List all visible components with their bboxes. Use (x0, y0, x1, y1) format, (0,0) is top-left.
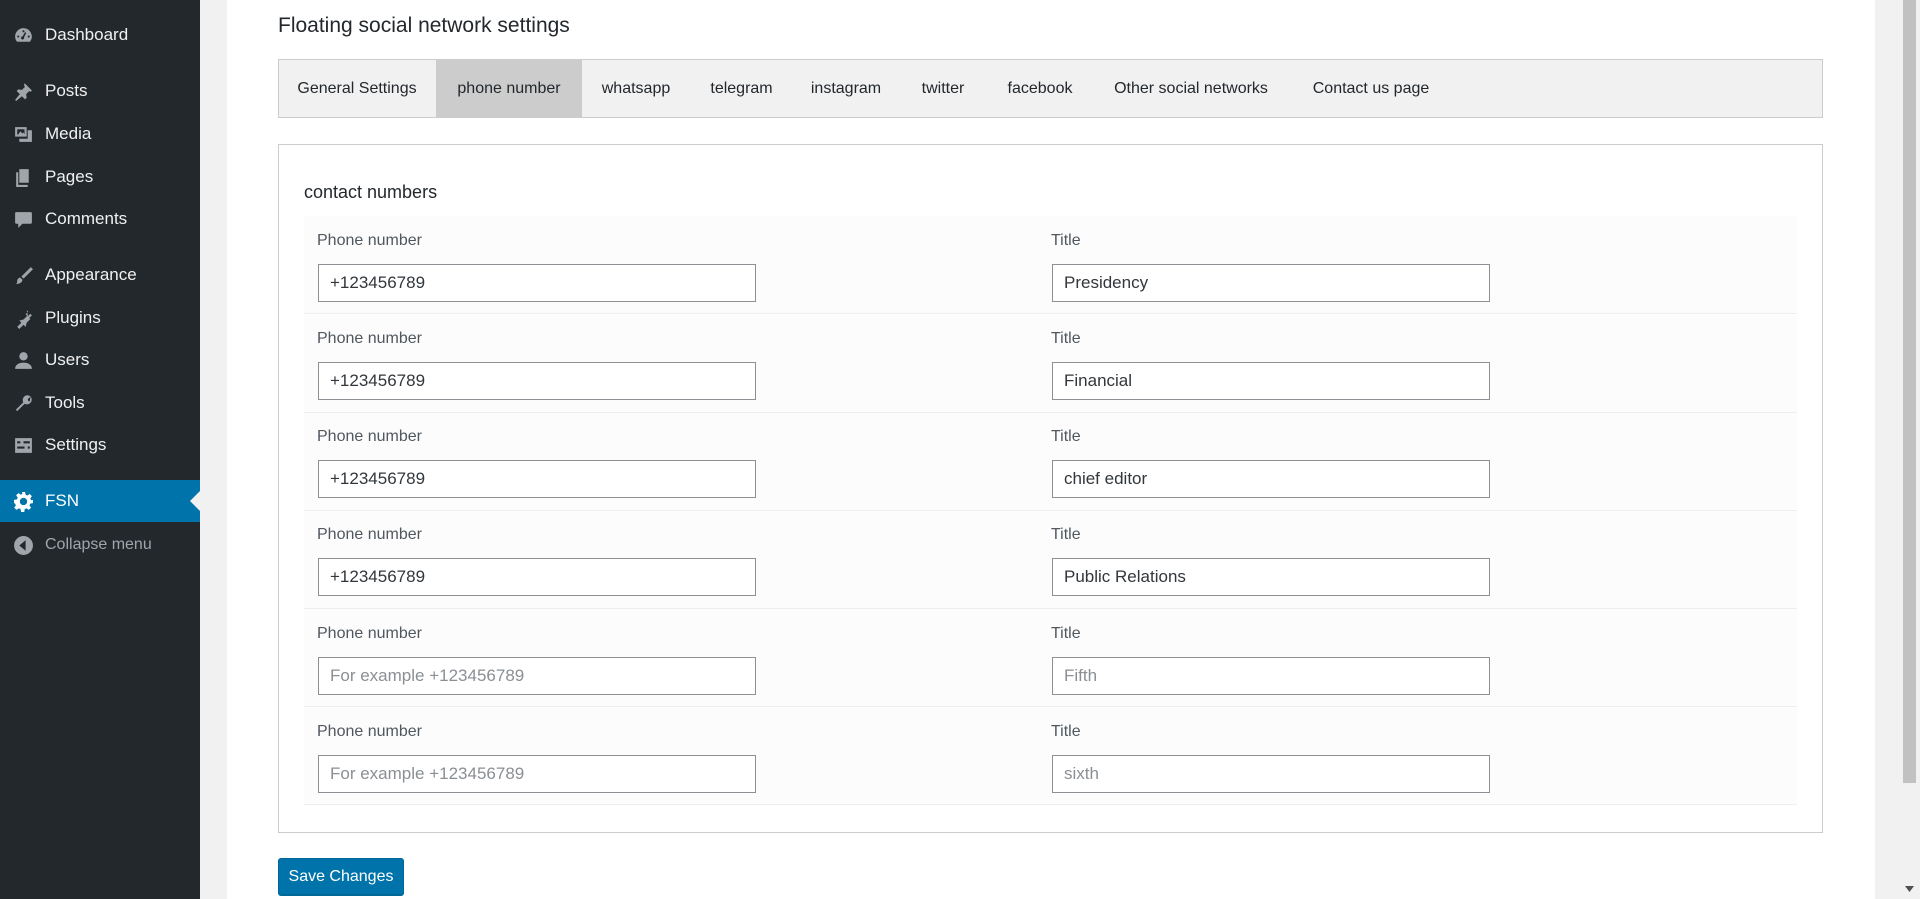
phone-number-label: Phone number (317, 330, 422, 347)
phone-number-label: Phone number (317, 428, 422, 445)
sidebar-item-media[interactable]: Media (0, 114, 200, 154)
title-input[interactable] (1052, 657, 1490, 695)
sidebar-item-dashboard[interactable]: Dashboard (0, 15, 200, 55)
title-label: Title (1051, 330, 1081, 347)
sidebar-item-pages[interactable]: Pages (0, 157, 200, 197)
sidebar-item-label: FSN (45, 491, 79, 510)
tab-facebook[interactable]: facebook (987, 60, 1093, 117)
title-input[interactable] (1052, 460, 1490, 498)
sidebar-item-users[interactable]: Users (0, 340, 200, 380)
settings-icon (12, 434, 34, 456)
save-changes-button[interactable]: Save Changes (278, 858, 404, 895)
title-input[interactable] (1052, 264, 1490, 302)
sidebar-item-label: Tools (45, 393, 85, 412)
title-label: Title (1051, 723, 1081, 740)
tab-other-social-networks[interactable]: Other social networks (1093, 60, 1289, 117)
sidebar-item-fsn[interactable]: FSN (0, 480, 200, 522)
sidebar-item-plugins[interactable]: Plugins (0, 298, 200, 338)
sidebar-item-posts[interactable]: Posts (0, 71, 200, 111)
pin-icon (12, 80, 34, 102)
page-title: Floating social network settings (278, 14, 570, 37)
tab-whatsapp[interactable]: whatsapp (582, 60, 690, 117)
comment-icon (12, 208, 34, 230)
tab-phone-number[interactable]: phone number (436, 60, 582, 117)
phone-number-input[interactable] (318, 362, 756, 400)
sidebar-item-settings[interactable]: Settings (0, 425, 200, 465)
media-icon (12, 123, 34, 145)
phone-number-label: Phone number (317, 232, 422, 249)
sidebar-item-appearance[interactable]: Appearance (0, 255, 200, 295)
phone-number-input[interactable] (318, 755, 756, 793)
collapse-menu-label: Collapse menu (45, 536, 152, 553)
phone-number-input[interactable] (318, 657, 756, 695)
settings-tabs: General Settings phone number whatsapp t… (278, 59, 1823, 118)
sidebar-item-label: Users (45, 350, 90, 369)
wrench-icon (12, 392, 34, 414)
sidebar-item-comments[interactable]: Comments (0, 199, 200, 239)
sidebar-item-label: Pages (45, 167, 94, 186)
user-icon (12, 349, 34, 371)
sidebar-item-label: Comments (45, 209, 128, 228)
sidebar-item-label: Settings (45, 435, 107, 454)
sidebar-item-label: Dashboard (45, 25, 129, 44)
scrollbar-thumb[interactable] (1903, 0, 1916, 783)
scroll-down-arrow-icon[interactable] (1899, 878, 1920, 899)
title-label: Title (1051, 526, 1081, 543)
phone-number-input[interactable] (318, 460, 756, 498)
title-label: Title (1051, 232, 1081, 249)
brush-icon (12, 264, 34, 286)
collapse-arrow-icon (12, 534, 34, 556)
title-label: Title (1051, 625, 1081, 642)
title-input[interactable] (1052, 362, 1490, 400)
title-label: Title (1051, 428, 1081, 445)
phone-number-label: Phone number (317, 723, 422, 740)
phone-number-input[interactable] (318, 264, 756, 302)
sidebar-item-label: Posts (45, 81, 88, 100)
admin-sidebar: Dashboard Posts Media Pages Comments App… (0, 0, 200, 899)
phone-number-label: Phone number (317, 625, 422, 642)
page-scrollbar[interactable] (1899, 0, 1920, 899)
collapse-menu-button[interactable]: Collapse menu (0, 525, 200, 565)
tab-telegram[interactable]: telegram (690, 60, 793, 117)
title-input[interactable] (1052, 755, 1490, 793)
title-input[interactable] (1052, 558, 1490, 596)
section-title: contact numbers (304, 182, 438, 202)
sidebar-item-label: Media (45, 124, 92, 143)
tab-twitter[interactable]: twitter (899, 60, 987, 117)
pages-icon (12, 166, 34, 188)
gear-icon (12, 490, 34, 512)
tab-instagram[interactable]: instagram (793, 60, 899, 117)
dashboard-icon (12, 24, 34, 46)
phone-number-label: Phone number (317, 526, 422, 543)
plug-icon (12, 307, 34, 329)
sidebar-item-tools[interactable]: Tools (0, 383, 200, 423)
tab-general-settings[interactable]: General Settings (279, 60, 435, 117)
sidebar-item-label: Plugins (45, 308, 101, 327)
sidebar-item-label: Appearance (45, 265, 137, 284)
tab-contact-us-page[interactable]: Contact us page (1289, 60, 1453, 117)
phone-number-input[interactable] (318, 558, 756, 596)
